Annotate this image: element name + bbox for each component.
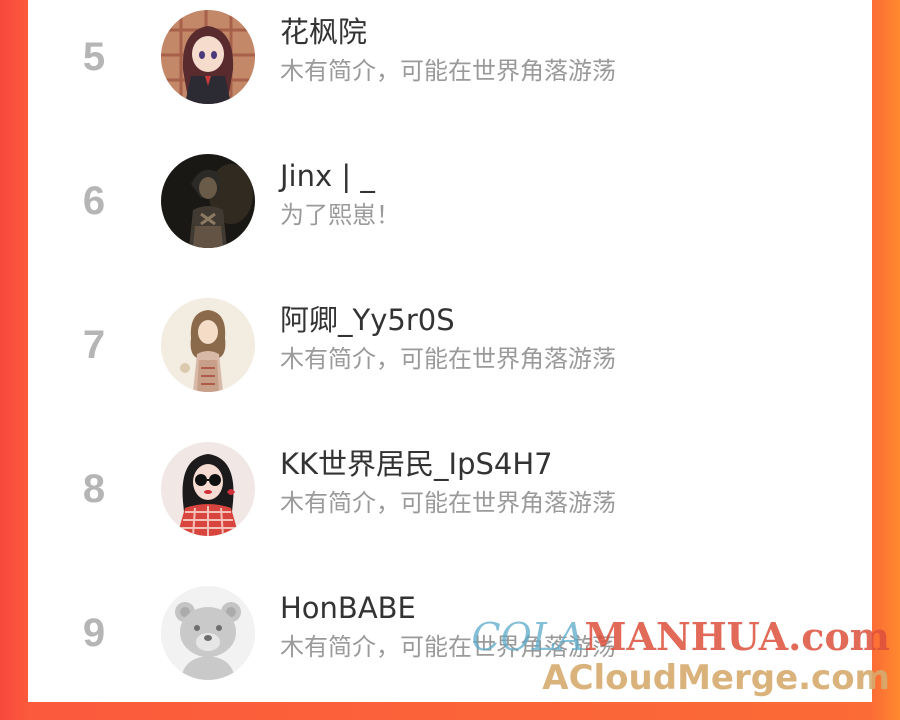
rank-number: 6 (82, 179, 106, 223)
user-bio: 木有简介，可能在世界角落游荡 (280, 57, 616, 85)
anime-girl-avatar[interactable] (161, 10, 255, 104)
watermark-line-1: COLAMANHUA.com (471, 614, 890, 659)
watermark-line-2: ACloudMerge.com (542, 658, 890, 698)
user-name[interactable]: 阿卿_Yy5r0S (280, 302, 455, 338)
site-watermark: COLAMANHUA.com ACloudMerge.com (471, 614, 890, 699)
user-bio: 木有简介，可能在世界角落游荡 (280, 345, 616, 373)
ranking-list-panel: 5 花枫院 木有简介，可能在世界角落游荡 6 Jinx | _ 为了熙崽！ 7 … (28, 0, 872, 702)
rank-number: 8 (82, 467, 106, 511)
user-name[interactable]: KK世界居民_IpS4H7 (280, 446, 553, 482)
default-bear-avatar[interactable] (161, 586, 255, 680)
user-bio: 木有简介，可能在世界角落游荡 (280, 489, 616, 517)
illustrated-girl-avatar[interactable] (161, 298, 255, 392)
ranking-row[interactable]: 5 花枫院 木有简介，可能在世界角落游荡 (28, 0, 872, 144)
watermark-prefix: COLA (471, 615, 585, 659)
user-name[interactable]: 花枫院 (280, 14, 367, 50)
dark-character-avatar[interactable] (161, 154, 255, 248)
ranking-row[interactable]: 6 Jinx | _ 为了熙崽！ (28, 144, 872, 288)
ranking-row[interactable]: 8 KK世界居民_IpS4H7 木有简介，可能在世界角落游荡 (28, 432, 872, 576)
user-bio: 为了熙崽！ (280, 201, 400, 229)
rank-number: 7 (82, 323, 106, 367)
user-name[interactable]: Jinx | _ (280, 158, 375, 194)
watermark-suffix: .com (788, 614, 890, 659)
rank-number: 9 (82, 611, 106, 655)
watermark-accent: MANHUA (584, 614, 789, 659)
ranking-row[interactable]: 7 阿卿_Yy5r0S 木有简介，可能在世界角落游荡 (28, 288, 872, 432)
rank-number: 5 (82, 35, 106, 79)
user-name[interactable]: HonBABE (280, 590, 416, 626)
sunglasses-girl-avatar[interactable] (161, 442, 255, 536)
